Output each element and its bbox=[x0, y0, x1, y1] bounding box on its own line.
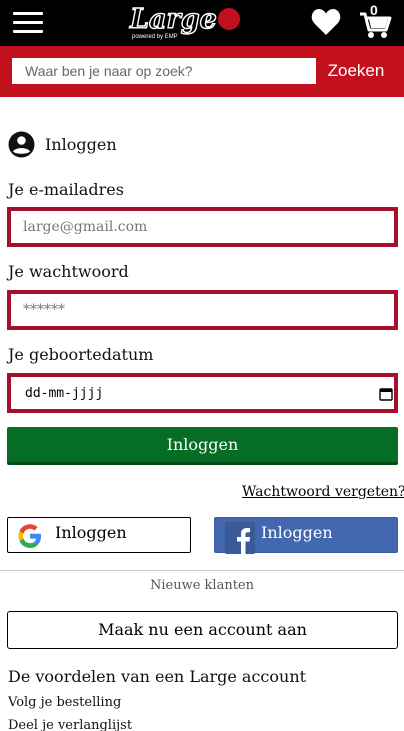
google-login-button[interactable]: Inloggen bbox=[7, 517, 191, 553]
search-bar: Zoeken bbox=[0, 46, 404, 97]
new-customers-heading: Nieuwe klanten bbox=[150, 578, 254, 593]
site-logo[interactable]: Large powered by EMP bbox=[129, 3, 242, 43]
user-account-icon bbox=[8, 131, 35, 158]
email-field[interactable] bbox=[7, 207, 398, 247]
hamburger-menu-icon[interactable] bbox=[13, 12, 43, 34]
login-title: Inloggen bbox=[45, 135, 117, 154]
create-account-button[interactable]: Maak nu een account aan bbox=[7, 611, 398, 649]
calendar-icon[interactable] bbox=[379, 387, 393, 401]
google-icon bbox=[18, 524, 41, 548]
section-divider bbox=[0, 570, 404, 571]
birthdate-value: dd-mm-jjjj bbox=[25, 386, 104, 401]
logo-text: Large bbox=[129, 3, 217, 35]
benefits-title: De voordelen van een Large account bbox=[8, 667, 307, 686]
password-label: Je wachtwoord bbox=[8, 262, 129, 281]
logo-hand-icon bbox=[218, 8, 240, 30]
cart-count-badge: 0 bbox=[370, 2, 378, 18]
login-button[interactable]: Inloggen bbox=[7, 427, 398, 465]
birthdate-field[interactable]: dd-mm-jjjj bbox=[7, 373, 398, 413]
password-field[interactable] bbox=[7, 290, 398, 330]
forgot-password-link[interactable]: Wachtwoord vergeten? bbox=[242, 483, 404, 501]
facebook-icon bbox=[225, 522, 255, 554]
birthdate-label: Je geboortedatum bbox=[8, 345, 154, 364]
benefit-item: Volg je bestelling bbox=[8, 695, 122, 710]
facebook-login-label: Inloggen bbox=[261, 523, 333, 542]
heart-icon[interactable] bbox=[311, 8, 341, 36]
google-login-label: Inloggen bbox=[55, 523, 127, 542]
search-button[interactable]: Zoeken bbox=[316, 58, 396, 84]
facebook-login-button[interactable]: Inloggen bbox=[214, 517, 398, 554]
top-header: Large powered by EMP 0 bbox=[0, 0, 404, 46]
email-label: Je e-mailadres bbox=[8, 180, 124, 199]
search-input[interactable] bbox=[12, 58, 316, 84]
benefit-item: Deel je verlanglijst bbox=[8, 718, 133, 731]
logo-tagline: powered by EMP bbox=[132, 34, 178, 40]
